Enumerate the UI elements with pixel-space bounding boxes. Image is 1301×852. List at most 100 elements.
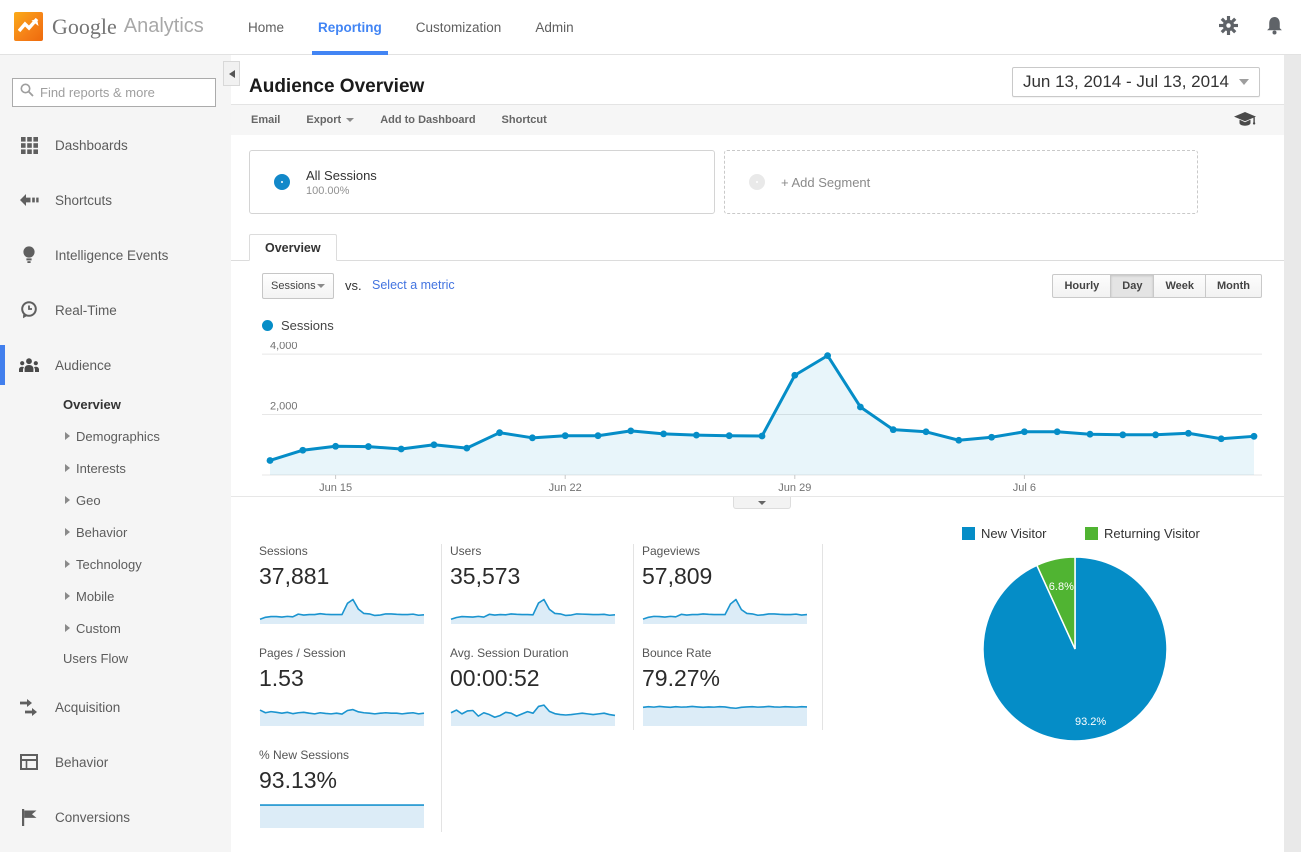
shortcut-arrow-icon bbox=[19, 194, 39, 206]
sidebar-subitem-overview[interactable]: Overview bbox=[63, 394, 121, 414]
chevron-down-icon bbox=[758, 501, 766, 505]
granularity-day-button[interactable]: Day bbox=[1111, 274, 1154, 298]
sparkline-pageviews bbox=[642, 598, 808, 624]
sidebar-subitem-technology[interactable]: Technology bbox=[65, 554, 142, 574]
sidebar-item-conversions[interactable]: Conversions bbox=[0, 806, 231, 828]
svg-text:Jun 15: Jun 15 bbox=[319, 482, 352, 494]
brand-google: Google bbox=[52, 14, 117, 40]
add-segment-button[interactable]: + Add Segment bbox=[724, 150, 1198, 214]
svg-text:4,000: 4,000 bbox=[270, 342, 298, 352]
expand-triangle-icon bbox=[65, 624, 70, 632]
nav-reporting[interactable]: Reporting bbox=[318, 0, 382, 55]
add-to-dashboard-button[interactable]: Add to Dashboard bbox=[380, 114, 475, 126]
svg-text:Jun 29: Jun 29 bbox=[778, 482, 811, 494]
sparkline-avg-duration bbox=[450, 700, 616, 726]
chevron-down-icon bbox=[346, 118, 354, 122]
date-range-value: Jun 13, 2014 - Jul 13, 2014 bbox=[1023, 72, 1229, 92]
metric-card-pages-session: Pages / Session 1.53 bbox=[259, 646, 441, 730]
sidebar-item-label: Behavior bbox=[55, 755, 108, 770]
sidebar-item-dashboards[interactable]: Dashboards bbox=[0, 134, 231, 156]
expand-triangle-icon bbox=[65, 432, 70, 440]
shortcut-button[interactable]: Shortcut bbox=[502, 114, 547, 126]
sidebar-item-real-time[interactable]: Real-Time bbox=[0, 299, 231, 321]
segment-all-sessions[interactable]: All Sessions 100.00% bbox=[249, 150, 715, 214]
pie-legend-new-visitor: New Visitor bbox=[962, 526, 1047, 541]
search-icon bbox=[20, 83, 34, 102]
sidebar-subitem-interests[interactable]: Interests bbox=[65, 458, 126, 478]
brand-analytics: Analytics bbox=[124, 15, 204, 38]
sidebar-item-label: Real-Time bbox=[55, 303, 117, 318]
email-button[interactable]: Email bbox=[251, 114, 280, 126]
visitor-type-pie-chart: 93.2% 6.8% bbox=[975, 549, 1175, 749]
segment-percent: 100.00% bbox=[306, 185, 377, 197]
expand-triangle-icon bbox=[65, 592, 70, 600]
column-divider bbox=[822, 544, 823, 730]
select-a-metric-link[interactable]: Select a metric bbox=[372, 278, 455, 292]
granularity-week-button[interactable]: Week bbox=[1154, 274, 1206, 298]
sidebar-item-behavior[interactable]: Behavior bbox=[0, 751, 231, 773]
tutorial-graduation-cap-icon[interactable] bbox=[1234, 112, 1256, 133]
collapse-left-icon bbox=[229, 70, 235, 78]
sidebar-subitem-demographics[interactable]: Demographics bbox=[65, 426, 160, 446]
column-divider bbox=[441, 544, 442, 832]
pie-legend-returning-visitor: Returning Visitor bbox=[1085, 526, 1200, 541]
metric-card-avg-duration: Avg. Session Duration 00:00:52 bbox=[450, 646, 632, 730]
top-bar: Google Analytics Home Reporting Customiz… bbox=[0, 0, 1301, 55]
sparkline-new-sessions bbox=[259, 802, 425, 828]
notifications-bell-icon[interactable] bbox=[1266, 16, 1283, 40]
sparkline-sessions bbox=[259, 598, 425, 624]
metric-card-pageviews: Pageviews 57,809 bbox=[642, 544, 824, 628]
sidebar-subitem-behavior[interactable]: Behavior bbox=[65, 522, 127, 542]
sidebar-subitem-users-flow[interactable]: Users Flow bbox=[63, 648, 128, 668]
ga-brand[interactable]: Google Analytics bbox=[14, 12, 204, 41]
svg-text:6.8%: 6.8% bbox=[1049, 581, 1074, 593]
metric-dropdown[interactable]: Sessions bbox=[262, 273, 334, 299]
search-input[interactable] bbox=[40, 85, 200, 100]
ga-logo-icon bbox=[14, 12, 43, 41]
sidebar-collapse-button[interactable] bbox=[223, 61, 240, 86]
sidebar-subitem-geo[interactable]: Geo bbox=[65, 490, 101, 510]
lightbulb-icon bbox=[19, 246, 39, 264]
date-range-selector[interactable]: Jun 13, 2014 - Jul 13, 2014 bbox=[1012, 67, 1260, 97]
metric-card-bounce-rate: Bounce Rate 79.27% bbox=[642, 646, 824, 730]
sidebar-item-shortcuts[interactable]: Shortcuts bbox=[0, 189, 231, 211]
sidebar-item-label: Audience bbox=[55, 358, 111, 373]
metric-card-new-sessions: % New Sessions 93.13% bbox=[259, 748, 441, 832]
granularity-hourly-button[interactable]: Hourly bbox=[1052, 274, 1111, 298]
active-indicator-bar bbox=[0, 345, 5, 385]
nav-home[interactable]: Home bbox=[248, 0, 284, 55]
sidebar-item-label: Intelligence Events bbox=[55, 248, 168, 263]
sidebar-item-label: Shortcuts bbox=[55, 193, 112, 208]
metric-card-sessions: Sessions 37,881 bbox=[259, 544, 441, 628]
legend-dot-icon bbox=[262, 320, 273, 331]
acquisition-arrows-icon bbox=[19, 699, 39, 716]
people-icon bbox=[19, 358, 39, 373]
segment-ring-icon bbox=[749, 174, 765, 190]
sidebar-item-intelligence-events[interactable]: Intelligence Events bbox=[0, 244, 231, 266]
expand-triangle-icon bbox=[65, 464, 70, 472]
settings-gear-icon[interactable] bbox=[1219, 16, 1238, 40]
sidebar: Dashboards Shortcuts Intelligence Events… bbox=[0, 55, 231, 852]
granularity-toggle: Hourly Day Week Month bbox=[1052, 274, 1262, 298]
svg-text:2,000: 2,000 bbox=[270, 401, 298, 413]
svg-text:93.2%: 93.2% bbox=[1075, 716, 1106, 728]
sessions-legend: Sessions bbox=[262, 318, 334, 333]
export-button[interactable]: Export bbox=[306, 114, 354, 126]
granularity-month-button[interactable]: Month bbox=[1206, 274, 1262, 298]
sidebar-search[interactable] bbox=[12, 78, 216, 107]
sidebar-item-audience[interactable]: Audience bbox=[0, 354, 231, 376]
legend-square-icon bbox=[1085, 527, 1098, 540]
metric-card-users: Users 35,573 bbox=[450, 544, 632, 628]
tab-overview[interactable]: Overview bbox=[249, 234, 337, 261]
nav-admin[interactable]: Admin bbox=[535, 0, 573, 55]
sidebar-subitem-mobile[interactable]: Mobile bbox=[65, 586, 114, 606]
segment-ring-icon bbox=[274, 174, 290, 190]
legend-square-icon bbox=[962, 527, 975, 540]
sidebar-subitem-custom[interactable]: Custom bbox=[65, 618, 121, 638]
vs-label: vs. bbox=[345, 278, 362, 293]
nav-customization[interactable]: Customization bbox=[416, 0, 502, 55]
annotations-toggle[interactable] bbox=[733, 497, 791, 509]
chevron-down-icon bbox=[317, 284, 325, 288]
sidebar-item-acquisition[interactable]: Acquisition bbox=[0, 696, 231, 718]
expand-triangle-icon bbox=[65, 528, 70, 536]
